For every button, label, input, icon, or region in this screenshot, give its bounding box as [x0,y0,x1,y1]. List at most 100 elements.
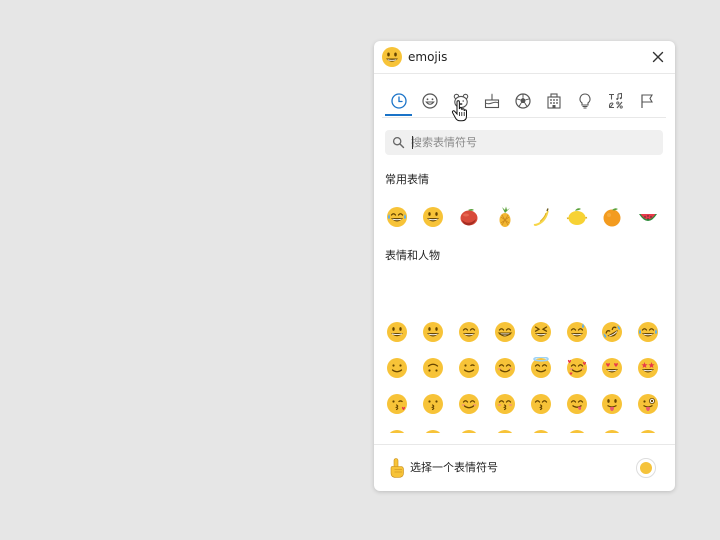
people-emoji-grinning-face-sweat[interactable] [560,315,594,349]
tangerine-icon [603,208,621,227]
grinning-face-icon [387,322,407,342]
search-input[interactable] [409,130,656,155]
people-emoji-winking-face[interactable] [452,351,486,385]
people-emoji-smiling-face-hearts[interactable] [560,351,594,385]
cake-icon [484,93,500,109]
hugging-face-icon [497,430,512,433]
face-savoring-food-icon [566,394,587,414]
recent-emoji-pineapple[interactable] [488,200,522,234]
banana-icon [533,208,549,226]
pointing-up-hand-icon [390,458,404,478]
people-emoji-smiling-face-halo[interactable] [524,351,558,385]
picker-header: emojis [374,41,675,74]
people-emoji-face-hand-over-mouth[interactable] [524,423,558,433]
tab-travel[interactable] [540,89,568,113]
tab-flags[interactable] [633,89,661,113]
people-emoji-smiling-face-smiling-eyes[interactable] [488,351,522,385]
grinning-face-big-eyes-icon [422,207,443,227]
grinning-face-big-eyes-icon [422,322,443,342]
smiling-face-hearts-icon [566,358,587,378]
tab-smileys[interactable] [416,89,444,113]
people-emoji-kissing-face[interactable] [416,387,450,421]
people-emoji-star-struck[interactable] [631,351,665,385]
money-mouth-face-icon: $ $ [461,430,476,433]
tab-recent[interactable] [385,89,413,113]
face-with-tongue-icon [602,394,623,414]
recent-emoji-lemon[interactable] [560,200,594,234]
recent-emoji-tangerine[interactable] [595,200,629,234]
people-emoji-winking-face-tongue[interactable] [631,387,665,421]
tab-food[interactable] [478,89,506,113]
people-emoji-upside-down-face[interactable] [416,351,450,385]
beaming-face-icon [494,322,515,342]
people-emoji-kissing-face-closed-eyes[interactable] [488,387,522,421]
section-title-people: 表情和人物 [385,249,440,262]
recent-emoji-watermelon[interactable] [631,200,665,234]
tab-symbols[interactable] [602,89,630,113]
zany-face-icon [389,430,405,433]
winking-face-icon [458,358,479,378]
bear-icon [453,93,469,109]
picker-footer: 选择一个表情符号 [374,444,675,491]
rolling-laughing-icon [602,322,623,342]
heart-eyes-icon [602,358,623,378]
people-emoji-rolling-laughing[interactable] [595,315,629,349]
face-with-tears-of-joy-icon [387,207,407,227]
face-hand-over-mouth-icon [533,430,548,433]
people-emoji-scroll-area[interactable]: $ $ [374,315,675,433]
emoji-picker-panel: emojis 搜索表情符号 常用表情 表情和人物 $ $ 选择一个表情符号 [374,41,675,491]
people-emoji-kissing-face-smiling-eyes[interactable] [524,387,558,421]
people-emoji-grinning-squinting-face[interactable] [524,315,558,349]
tab-activities[interactable] [509,89,537,113]
smiling-face-smiling-eyes-icon [494,358,515,378]
upside-down-face-icon [422,358,443,378]
flag-icon [641,94,653,108]
people-emoji-grinning-face[interactable] [380,315,414,349]
footer-hint: 选择一个表情符号 [410,461,498,474]
symbols-icon [608,92,623,109]
people-emoji-face-savoring-food[interactable] [560,387,594,421]
face-blowing-kiss-icon [387,394,407,414]
smiley-logo-icon [382,47,402,67]
skin-tone-swatch [640,462,652,474]
grinning-squinting-face-icon [530,322,551,342]
grinning-face-smiling-eyes-icon [458,322,479,342]
smiling-face-icon [458,394,479,414]
people-emoji-hugging-face[interactable] [488,423,522,433]
people-emoji-grinning-face-smiling-eyes[interactable] [452,315,486,349]
text-caret [412,136,413,149]
mango-icon [460,209,478,226]
people-emoji-heart-eyes[interactable] [595,351,629,385]
skin-tone-button[interactable] [636,458,656,478]
search-box[interactable] [385,130,663,155]
kissing-face-smiling-eyes-icon [530,394,551,414]
people-emoji-grinning-face-big-eyes[interactable] [416,315,450,349]
watermelon-icon [639,214,658,221]
grinning-face-sweat-icon [566,322,587,342]
people-emoji-face-with-tears-of-joy[interactable] [631,315,665,349]
recent-emoji-mango[interactable] [452,200,486,234]
people-emoji-beaming-face[interactable] [488,315,522,349]
section-title-recent: 常用表情 [385,173,429,186]
people-emoji-thinking-face[interactable] [595,423,629,433]
people-emoji-smiling-face[interactable] [452,387,486,421]
people-emoji-slightly-smiling-face[interactable] [380,351,414,385]
people-emoji-zipper-mouth-face[interactable] [631,423,665,433]
lemon-icon [566,208,587,225]
people-emoji-face-with-tongue[interactable] [595,387,629,421]
people-emoji-zany-face[interactable] [380,423,414,433]
tab-objects[interactable] [571,89,599,113]
close-icon[interactable] [650,49,666,65]
people-emoji-face-blowing-kiss[interactable] [380,387,414,421]
slightly-smiling-face-icon [387,358,407,378]
recent-emoji-face-with-tears-of-joy[interactable] [380,200,414,234]
recent-emoji-grinning-face-big-eyes[interactable] [416,200,450,234]
people-emoji-squinting-face-tongue[interactable] [416,423,450,433]
picker-title: emojis [408,50,448,64]
winking-face-tongue-icon [638,394,659,414]
smiley-icon [422,93,438,109]
people-emoji-shushing-face[interactable] [560,423,594,433]
recent-emoji-banana[interactable] [524,200,558,234]
people-emoji-money-mouth-face[interactable]: $ $ [452,423,486,433]
tab-animals[interactable] [447,89,475,113]
